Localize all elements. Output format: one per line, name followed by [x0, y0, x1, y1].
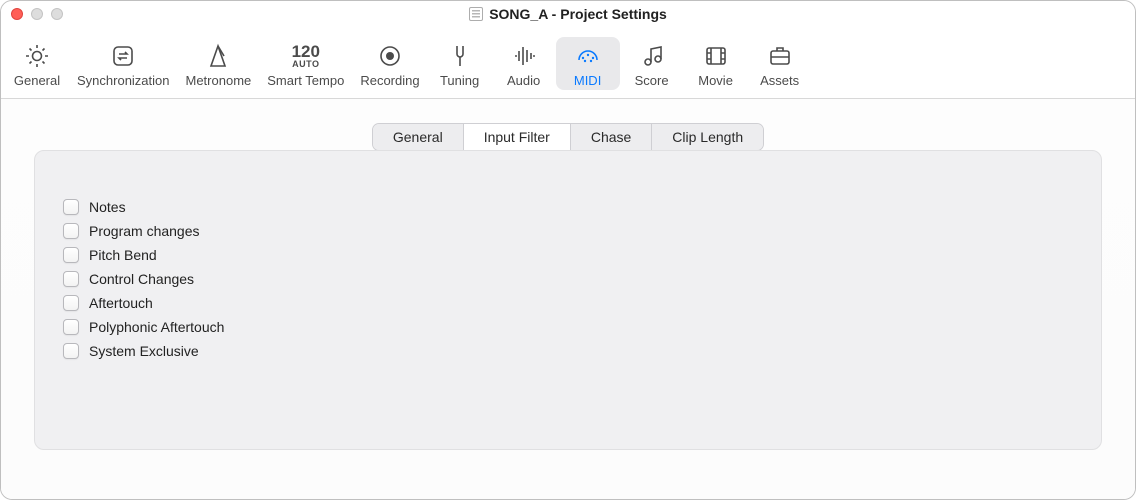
- window-title: SONG_A - Project Settings: [489, 6, 667, 22]
- record-icon: [376, 42, 404, 70]
- smart-tempo-icon: 120 AUTO: [292, 41, 320, 71]
- check-row-notes: Notes: [63, 195, 1073, 219]
- tab-general[interactable]: General: [5, 37, 69, 90]
- checkbox-aftertouch[interactable]: [63, 295, 79, 311]
- gear-icon: [23, 42, 51, 70]
- tab-score[interactable]: Score: [620, 37, 684, 90]
- briefcase-icon: [766, 42, 794, 70]
- tab-recording[interactable]: Recording: [352, 37, 427, 90]
- checkbox-label: System Exclusive: [89, 343, 199, 359]
- checkbox-notes[interactable]: [63, 199, 79, 215]
- subtab-input-filter[interactable]: Input Filter: [464, 124, 571, 150]
- settings-panel: Notes Program changes Pitch Bend Control…: [34, 150, 1102, 450]
- tab-label: Synchronization: [77, 73, 170, 88]
- tab-label: Tuning: [440, 73, 479, 88]
- checkbox-label: Polyphonic Aftertouch: [89, 319, 224, 335]
- document-icon: [469, 7, 483, 21]
- subtab-general[interactable]: General: [373, 124, 464, 150]
- tab-label: General: [14, 73, 60, 88]
- waveform-icon: [510, 42, 538, 70]
- tab-label: Audio: [507, 73, 540, 88]
- tab-midi[interactable]: MIDI: [556, 37, 620, 90]
- check-row-aftertouch: Aftertouch: [63, 291, 1073, 315]
- subtab-label: General: [393, 129, 443, 145]
- tempo-mode: AUTO: [292, 60, 320, 68]
- tab-movie[interactable]: Movie: [684, 37, 748, 90]
- content-area: General Input Filter Chase Clip Length N…: [1, 99, 1135, 499]
- tab-label: MIDI: [574, 73, 601, 88]
- checkbox-label: Pitch Bend: [89, 247, 157, 263]
- checkbox-poly-aftertouch[interactable]: [63, 319, 79, 335]
- checkbox-label: Control Changes: [89, 271, 194, 287]
- tab-label: Smart Tempo: [267, 73, 344, 88]
- tab-synchronization[interactable]: Synchronization: [69, 37, 178, 90]
- checkbox-pitch-bend[interactable]: [63, 247, 79, 263]
- checkbox-label: Aftertouch: [89, 295, 153, 311]
- settings-window: SONG_A - Project Settings General Synchr…: [0, 0, 1136, 500]
- tab-metronome[interactable]: Metronome: [178, 37, 260, 90]
- tab-label: Recording: [360, 73, 419, 88]
- metronome-icon: [204, 42, 232, 70]
- score-icon: [638, 42, 666, 70]
- midi-icon: [574, 42, 602, 70]
- titlebar: SONG_A - Project Settings: [1, 1, 1135, 27]
- tab-smart-tempo[interactable]: 120 AUTO Smart Tempo: [259, 37, 352, 90]
- subtab-clip-length[interactable]: Clip Length: [652, 124, 763, 150]
- check-row-pitch-bend: Pitch Bend: [63, 243, 1073, 267]
- film-icon: [702, 42, 730, 70]
- subtab-label: Chase: [591, 129, 631, 145]
- checkbox-program-changes[interactable]: [63, 223, 79, 239]
- sync-icon: [109, 42, 137, 70]
- checkbox-label: Notes: [89, 199, 126, 215]
- close-window-button[interactable]: [11, 8, 23, 20]
- check-row-poly-aftertouch: Polyphonic Aftertouch: [63, 315, 1073, 339]
- subtab-label: Clip Length: [672, 129, 743, 145]
- checkbox-sysex[interactable]: [63, 343, 79, 359]
- subtab-chase[interactable]: Chase: [571, 124, 652, 150]
- checkbox-control-changes[interactable]: [63, 271, 79, 287]
- checkbox-label: Program changes: [89, 223, 200, 239]
- check-row-control-changes: Control Changes: [63, 267, 1073, 291]
- minimize-window-button[interactable]: [31, 8, 43, 20]
- check-row-sysex: System Exclusive: [63, 339, 1073, 363]
- traffic-lights: [11, 8, 63, 20]
- tab-audio[interactable]: Audio: [492, 37, 556, 90]
- tab-label: Assets: [760, 73, 799, 88]
- check-row-program-changes: Program changes: [63, 219, 1073, 243]
- tab-assets[interactable]: Assets: [748, 37, 812, 90]
- tab-label: Movie: [698, 73, 733, 88]
- tuning-fork-icon: [446, 42, 474, 70]
- tab-tuning[interactable]: Tuning: [428, 37, 492, 90]
- tab-label: Score: [635, 73, 669, 88]
- main-toolbar: General Synchronization Metronome 120 AU…: [1, 27, 1135, 99]
- maximize-window-button[interactable]: [51, 8, 63, 20]
- subtab-bar: General Input Filter Chase Clip Length: [372, 123, 764, 151]
- tempo-value: 120: [292, 44, 320, 59]
- tab-label: Metronome: [186, 73, 252, 88]
- subtab-label: Input Filter: [484, 129, 550, 145]
